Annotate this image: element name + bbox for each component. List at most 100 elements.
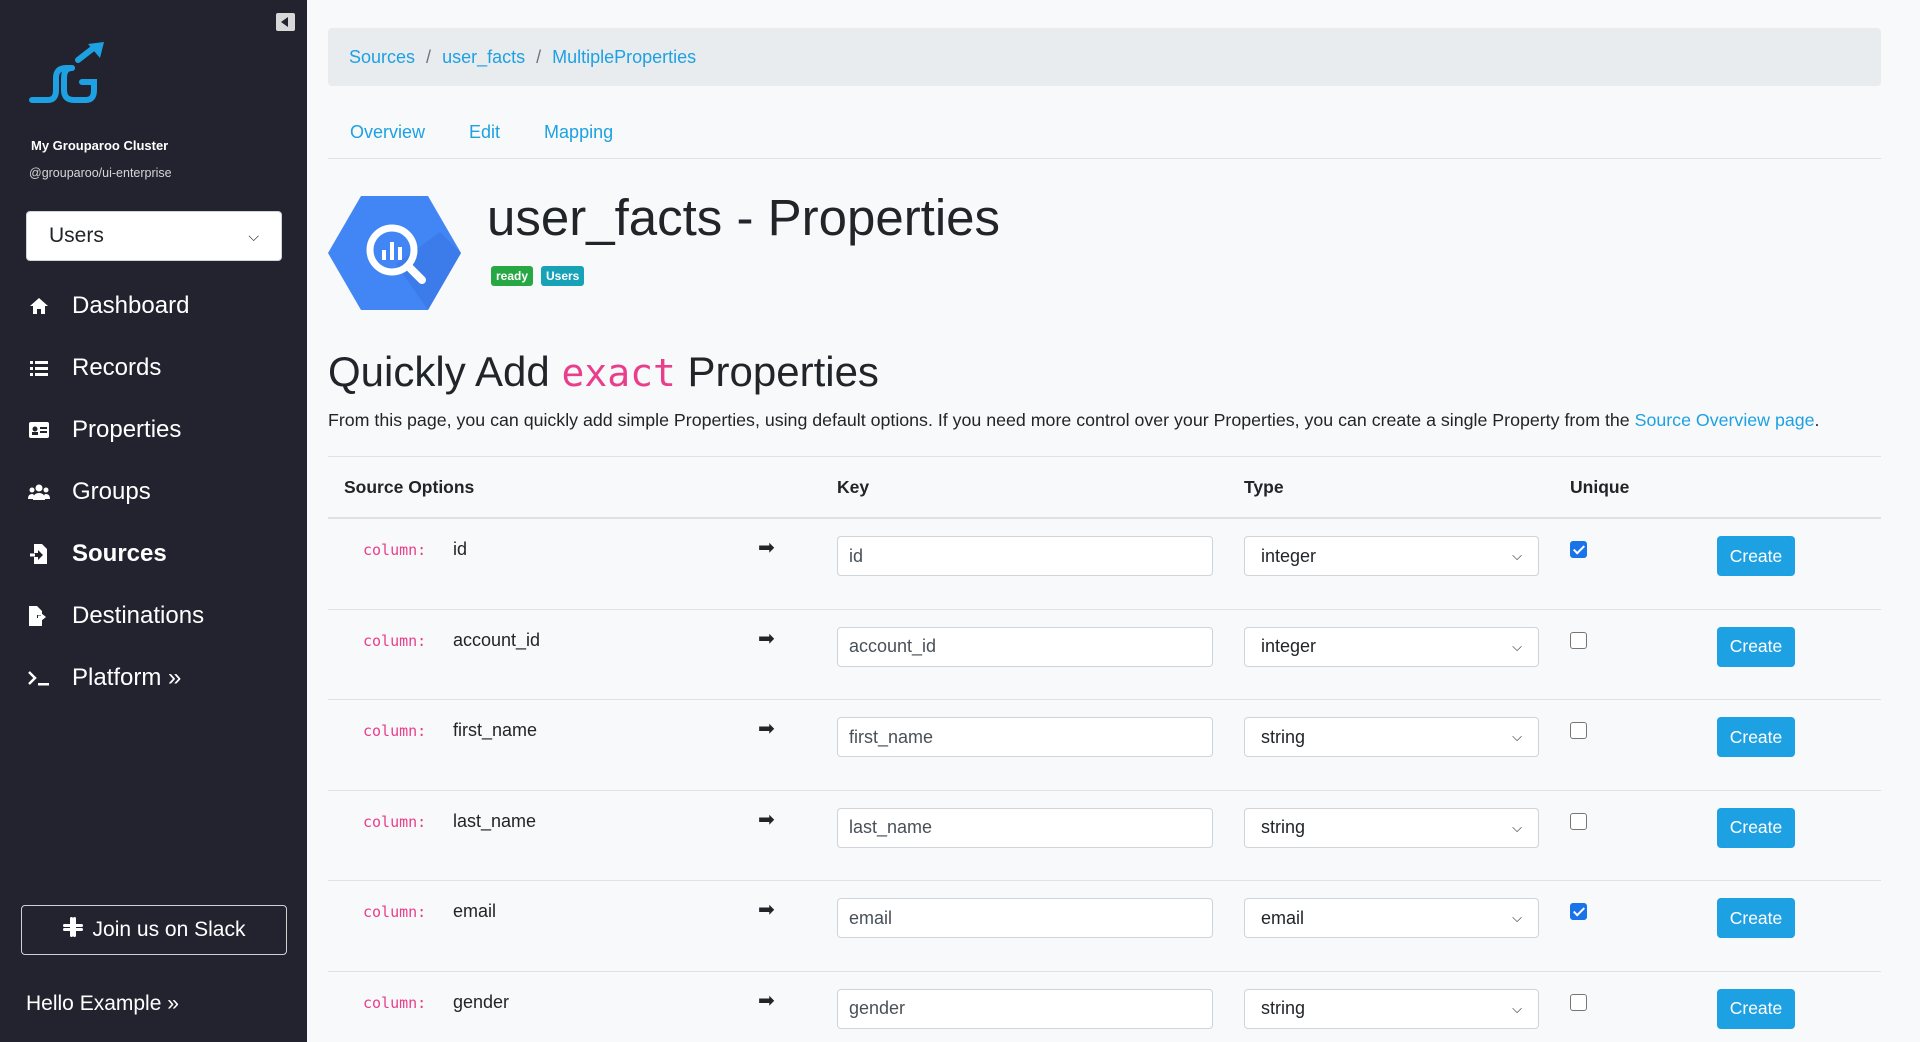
- nav-groups-label: Groups: [72, 478, 151, 505]
- key-input[interactable]: [837, 626, 1213, 667]
- create-button[interactable]: Create: [1717, 536, 1795, 576]
- properties-table: Source Options Key Type Unique column: id…: [328, 456, 1881, 1042]
- create-button[interactable]: Create: [1717, 717, 1795, 757]
- column-name: last_name: [453, 810, 537, 831]
- chevron-down-icon: ⌵: [1512, 910, 1522, 925]
- create-button[interactable]: Create: [1717, 988, 1795, 1029]
- type-select[interactable]: integer ⌵: [1244, 626, 1539, 667]
- unique-checkbox[interactable]: [1570, 541, 1587, 558]
- breadcrumb-separator: /: [536, 46, 542, 67]
- chevron-down-icon: ⌵: [1512, 1000, 1522, 1016]
- nav-sources[interactable]: Sources: [28, 534, 167, 574]
- breadcrumb-source[interactable]: user_facts: [442, 47, 525, 68]
- join-slack-button[interactable]: Join us on Slack: [21, 905, 287, 955]
- table-row: column: id ➡ integer ⌵ Create: [328, 519, 1881, 610]
- type-select-value: string: [1261, 726, 1306, 747]
- intro-text: From this page, you can quickly add simp…: [328, 410, 1819, 431]
- nav-platform-label: Platform »: [72, 664, 182, 691]
- join-slack-label: Join us on Slack: [92, 918, 246, 941]
- breadcrumb-sources[interactable]: Sources: [349, 47, 415, 68]
- nav-dashboard-label: Dashboard: [72, 292, 190, 319]
- nav-properties[interactable]: Properties: [28, 410, 181, 450]
- chevron-down-icon: ⌵: [1512, 548, 1522, 563]
- table-row: column: last_name ➡ string ⌵ Create: [328, 791, 1881, 881]
- list-icon: [28, 357, 50, 379]
- chevron-down-icon: ⌵: [248, 227, 259, 244]
- nav-platform[interactable]: Platform »: [28, 658, 181, 698]
- create-button[interactable]: Create: [1717, 898, 1795, 938]
- type-select[interactable]: email ⌵: [1244, 898, 1539, 938]
- nav-groups[interactable]: Groups: [28, 472, 151, 512]
- type-select[interactable]: integer ⌵: [1244, 536, 1539, 576]
- cluster-package: @grouparoo/ui-enterprise: [29, 166, 172, 180]
- section-heading-prefix: Quickly Add: [328, 348, 550, 395]
- breadcrumb: Sources / user_facts / MultiplePropertie…: [328, 28, 1881, 86]
- column-name: id: [453, 539, 468, 559]
- tab-mapping[interactable]: Mapping: [522, 114, 635, 154]
- type-select-value: string: [1261, 998, 1306, 1018]
- nav-records[interactable]: Records: [28, 348, 161, 388]
- chevron-down-icon: ⌵: [1512, 729, 1522, 744]
- unique-checkbox[interactable]: [1570, 631, 1587, 649]
- column-name: email: [453, 901, 497, 921]
- nav-dashboard[interactable]: Dashboard: [28, 286, 189, 326]
- intro-body: From this page, you can quickly add simp…: [328, 410, 1630, 430]
- section-heading: Quickly Add exact Properties: [328, 348, 879, 396]
- breadcrumb-current[interactable]: MultipleProperties: [552, 47, 696, 68]
- unique-checkbox[interactable]: [1570, 722, 1587, 739]
- column-label: column:: [363, 631, 427, 650]
- type-select[interactable]: string ⌵: [1244, 717, 1539, 757]
- type-select[interactable]: string ⌵: [1244, 988, 1539, 1029]
- key-input[interactable]: [837, 536, 1213, 576]
- type-select[interactable]: string ⌵: [1244, 807, 1539, 848]
- column-name: gender: [453, 991, 510, 1012]
- type-select-value: integer: [1261, 545, 1317, 566]
- key-input[interactable]: [837, 988, 1213, 1029]
- unique-checkbox[interactable]: [1570, 993, 1587, 1011]
- create-button[interactable]: Create: [1717, 807, 1795, 848]
- tabs: Overview Edit Mapping: [328, 114, 1881, 159]
- table-header: Source Options Key Type Unique: [328, 457, 1881, 519]
- sidebar: My Grouparoo Cluster @grouparoo/ui-enter…: [0, 0, 307, 1042]
- state-badge: ready: [491, 266, 534, 286]
- model-select-value: Users: [49, 224, 104, 247]
- model-badge[interactable]: Users: [541, 266, 585, 286]
- home-icon: [28, 295, 50, 317]
- terminal-icon: [28, 667, 50, 689]
- nav-destinations[interactable]: Destinations: [28, 596, 204, 636]
- source-overview-link[interactable]: Source Overview page: [1635, 410, 1815, 430]
- tab-edit[interactable]: Edit: [447, 114, 522, 154]
- column-label: column:: [363, 812, 427, 831]
- key-input[interactable]: [837, 898, 1213, 938]
- grouparoo-logo[interactable]: [26, 38, 110, 108]
- column-name: first_name: [453, 720, 538, 740]
- page-title: user_facts - Properties: [487, 189, 1001, 246]
- column-name: account_id: [453, 629, 541, 650]
- section-heading-code: exact: [561, 351, 676, 395]
- table-row: column: email ➡ email ⌵ Create: [328, 881, 1881, 972]
- chevron-down-icon: ⌵: [1512, 638, 1522, 654]
- unique-checkbox[interactable]: [1570, 812, 1587, 830]
- key-input[interactable]: [837, 807, 1213, 848]
- slack-icon: [62, 917, 83, 943]
- arrow-right-icon: ➡: [758, 808, 775, 831]
- file-export-icon: [28, 605, 50, 627]
- table-row: column: gender ➡ string ⌵ Create: [328, 972, 1881, 1042]
- tab-overview[interactable]: Overview: [328, 114, 447, 154]
- header-source-options: Source Options: [344, 477, 475, 497]
- id-card-icon: [28, 419, 50, 441]
- unique-checkbox[interactable]: [1570, 903, 1587, 920]
- model-select[interactable]: Users ⌵: [26, 211, 282, 261]
- create-button[interactable]: Create: [1717, 626, 1795, 667]
- users-icon: [28, 481, 50, 503]
- arrow-right-icon: ➡: [758, 537, 775, 559]
- section-heading-suffix: Properties: [687, 348, 879, 395]
- hello-user-link[interactable]: Hello Example »: [26, 992, 179, 1016]
- nav-destinations-label: Destinations: [72, 602, 205, 629]
- arrow-right-icon: ➡: [758, 989, 775, 1012]
- key-input[interactable]: [837, 717, 1213, 757]
- collapse-sidebar-icon[interactable]: [276, 13, 295, 31]
- nav-properties-label: Properties: [72, 416, 182, 443]
- file-import-icon: [28, 543, 50, 565]
- cluster-name: My Grouparoo Cluster: [31, 138, 169, 153]
